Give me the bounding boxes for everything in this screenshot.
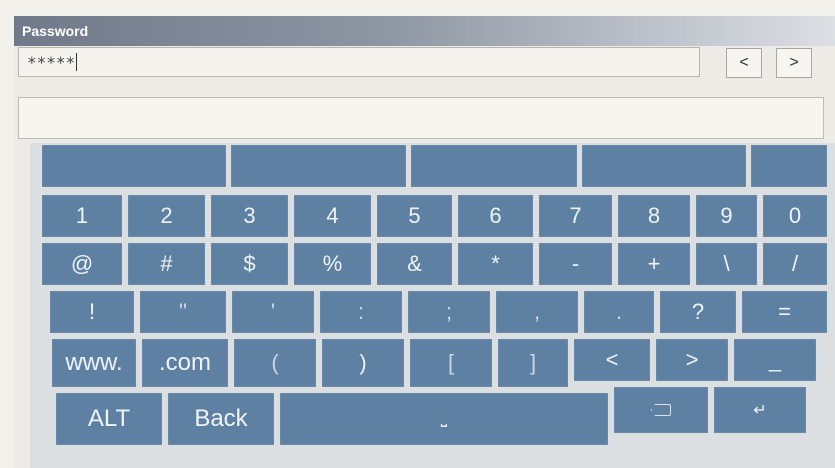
key-9[interactable]: 9 <box>696 195 757 237</box>
key-single-quote[interactable]: ' <box>232 291 314 333</box>
key-open-bracket[interactable]: [ <box>410 339 492 387</box>
key-close-paren[interactable]: ) <box>322 339 404 387</box>
key-www[interactable]: www. <box>52 339 136 387</box>
top-key-4[interactable] <box>582 145 746 187</box>
text-caret <box>76 53 78 71</box>
key-alt[interactable]: ALT <box>56 393 162 445</box>
key-6[interactable]: 6 <box>458 195 533 237</box>
key-minus[interactable]: - <box>539 243 612 285</box>
key-dollar[interactable]: $ <box>211 243 288 285</box>
key-open-paren[interactable]: ( <box>234 339 316 387</box>
backspace-icon <box>651 404 671 416</box>
key-slash[interactable]: / <box>763 243 827 285</box>
key-asterisk[interactable]: * <box>458 243 533 285</box>
key-ampersand[interactable]: & <box>377 243 452 285</box>
key-4[interactable]: 4 <box>294 195 371 237</box>
top-key-2[interactable] <box>231 145 406 187</box>
cursor-left-button[interactable]: < <box>726 48 762 78</box>
key-at[interactable]: @ <box>42 243 122 285</box>
key-3[interactable]: 3 <box>211 195 288 237</box>
key-exclamation[interactable]: ! <box>50 291 134 333</box>
suggestion-bar <box>18 97 824 139</box>
key-backspace[interactable] <box>614 387 708 433</box>
key-8[interactable]: 8 <box>618 195 690 237</box>
top-key-5[interactable] <box>751 145 827 187</box>
space-icon: ⎵ <box>440 410 448 427</box>
key-period[interactable]: . <box>584 291 654 333</box>
dialog-title: Password <box>22 23 89 39</box>
key-close-bracket[interactable]: ] <box>498 339 568 387</box>
key-colon[interactable]: : <box>320 291 402 333</box>
onscreen-keyboard: 1 2 3 4 5 6 7 8 9 0 @ # $ % & * - + \ / … <box>30 143 835 468</box>
password-value: ***** <box>27 52 76 72</box>
key-semicolon[interactable]: ; <box>408 291 490 333</box>
key-equals[interactable]: = <box>742 291 827 333</box>
key-question[interactable]: ? <box>660 291 736 333</box>
key-double-quote[interactable]: " <box>140 291 226 333</box>
top-key-3[interactable] <box>411 145 577 187</box>
key-comma[interactable]: , <box>496 291 578 333</box>
enter-icon: ↵ <box>753 402 767 419</box>
cursor-right-button[interactable]: > <box>776 48 812 78</box>
top-key-1[interactable] <box>42 145 226 187</box>
key-space[interactable]: ⎵ <box>280 393 608 445</box>
password-input-row: ***** < > <box>18 47 824 81</box>
key-percent[interactable]: % <box>294 243 371 285</box>
key-less-than[interactable]: < <box>574 339 650 381</box>
key-backslash[interactable]: \ <box>696 243 757 285</box>
key-hash[interactable]: # <box>128 243 205 285</box>
key-5[interactable]: 5 <box>377 195 452 237</box>
key-enter[interactable]: ↵ <box>714 387 806 433</box>
key-0[interactable]: 0 <box>763 195 827 237</box>
key-2[interactable]: 2 <box>128 195 205 237</box>
key-1[interactable]: 1 <box>42 195 122 237</box>
password-input[interactable]: ***** <box>18 47 700 77</box>
key-greater-than[interactable]: > <box>656 339 728 381</box>
dialog-titlebar: Password <box>14 16 835 46</box>
key-underscore[interactable]: _ <box>734 339 816 381</box>
key-plus[interactable]: + <box>618 243 690 285</box>
key-back[interactable]: Back <box>168 393 274 445</box>
key-dotcom[interactable]: .com <box>142 339 228 387</box>
key-7[interactable]: 7 <box>539 195 612 237</box>
